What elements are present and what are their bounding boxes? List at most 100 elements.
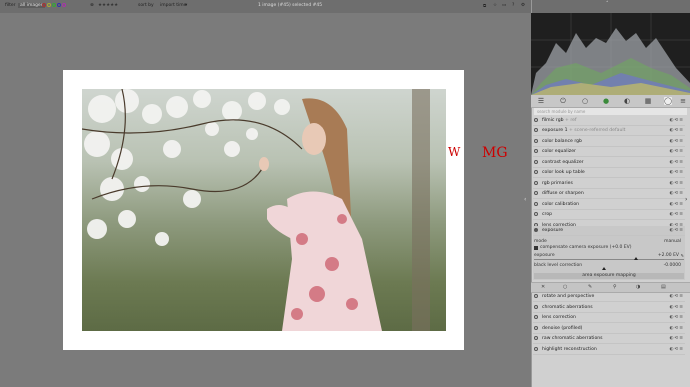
area-exposure-mapping-button[interactable]: area exposure mapping	[534, 273, 684, 279]
module-rgb-primaries[interactable]: rgb primaries ◐⟲≡	[533, 179, 685, 189]
module-label: exposure 1 + scene-referred default	[542, 128, 626, 133]
module-rotate-perspective[interactable]: rotate and perspective ◐⟲≡	[533, 292, 685, 302]
sort-order-icon[interactable]: ▾	[185, 3, 187, 8]
mode-dropdown[interactable]: manual	[664, 239, 681, 244]
base-group-icon[interactable]: ○	[581, 97, 589, 105]
module-label: filmic rgb + ref	[542, 118, 577, 123]
module-color-equalizer[interactable]: color equalizer ◐⟲≡	[533, 147, 685, 157]
module-exposure-expanded[interactable]: exposure ◐⟲≡	[533, 226, 685, 236]
parametric-mask-icon[interactable]: ⚲	[613, 284, 617, 290]
active-group-icon[interactable]: ◯	[664, 97, 672, 105]
combined-mask-icon[interactable]: ◑	[636, 284, 640, 290]
drawn-mask-icon[interactable]: ✎	[588, 284, 592, 290]
module-chromatic-aberrations[interactable]: chromatic aberrations ◐⟲≡	[533, 303, 685, 313]
red-label-icon[interactable]	[42, 3, 46, 7]
module-power-icon[interactable]	[534, 128, 538, 132]
blend-uniform-icon[interactable]: ○	[563, 284, 567, 290]
module-crop[interactable]: crop ◐⟲≡	[533, 210, 685, 220]
module-exposure-1[interactable]: exposure 1 + scene-referred default ◐⟲≡	[533, 126, 685, 136]
module-action-icons[interactable]: ◐⟲≡	[670, 126, 684, 135]
module-filmic-rgb[interactable]: filmic rgb + ref ◐⟲≡	[533, 116, 685, 126]
collapse-right-panel-arrow[interactable]: ‹	[524, 196, 526, 203]
module-action-icons[interactable]: ◐⟲≡	[670, 313, 684, 322]
module-power-icon[interactable]	[534, 228, 538, 232]
sort-dropdown[interactable]: import time	[160, 3, 186, 8]
module-power-icon[interactable]	[534, 191, 538, 195]
panel-top-strip	[532, 0, 690, 13]
module-power-icon[interactable]	[534, 202, 538, 206]
module-power-icon[interactable]	[534, 170, 538, 174]
module-action-icons[interactable]: ◐⟲≡	[670, 292, 684, 301]
grouping-icon[interactable]: ⧉	[483, 3, 486, 9]
blend-off-icon[interactable]: ✕	[541, 284, 545, 290]
overlay-icon[interactable]: ▭	[502, 3, 506, 8]
module-contrast-equalizer[interactable]: contrast equalizer ◐⟲≡	[533, 158, 685, 168]
module-power-icon[interactable]	[534, 139, 538, 143]
compensate-checkbox[interactable]	[534, 246, 538, 250]
exposure-slider-handle[interactable]	[634, 257, 638, 260]
correct-group-icon[interactable]: ◐	[623, 97, 631, 105]
help-icon[interactable]: ?	[512, 3, 514, 8]
reject-icon[interactable]: ⊗	[90, 3, 94, 8]
star-icon[interactable]: ☆	[493, 3, 497, 8]
module-label: highlight reconstruction	[542, 347, 597, 352]
module-search-input[interactable]: search module by name	[534, 108, 687, 115]
color-group-icon[interactable]: ●	[602, 97, 610, 105]
green-label-icon[interactable]	[52, 3, 56, 7]
power-icon[interactable]: ⏻	[559, 97, 567, 105]
module-action-icons[interactable]: ◐⟲≡	[670, 345, 684, 354]
module-power-icon[interactable]	[534, 212, 538, 216]
color-picker-icon[interactable]: ✎	[681, 253, 684, 258]
module-action-icons[interactable]: ◐⟲≡	[670, 168, 684, 177]
module-diffuse-sharpen[interactable]: diffuse or sharpen ◐⟲≡	[533, 189, 685, 199]
module-power-icon[interactable]	[534, 336, 538, 340]
black-level-handle[interactable]	[602, 267, 606, 270]
expand-right-arrow[interactable]: ›	[685, 196, 687, 203]
module-action-icons[interactable]: ◐⟲≡	[670, 226, 684, 235]
yellow-label-icon[interactable]	[47, 3, 51, 7]
exposure-slider[interactable]	[534, 259, 684, 260]
module-power-icon[interactable]	[534, 118, 538, 122]
module-action-icons[interactable]: ◐⟲≡	[670, 210, 684, 219]
module-action-icons[interactable]: ◐⟲≡	[670, 324, 684, 333]
settings-gear-icon[interactable]: ⚙	[521, 3, 525, 8]
module-action-icons[interactable]: ◐⟲≡	[670, 189, 684, 198]
star-rating-filter[interactable]: ★★★★★	[98, 3, 118, 8]
module-power-icon[interactable]	[534, 294, 538, 298]
module-raw-chromatic-aberrations[interactable]: raw chromatic aberrations ◐⟲≡	[533, 334, 685, 344]
module-action-icons[interactable]: ◐⟲≡	[670, 303, 684, 312]
collapse-top-arrow[interactable]: ˄	[606, 1, 609, 7]
quick-access-icon[interactable]: ☰	[537, 97, 545, 105]
module-action-icons[interactable]: ◐⟲≡	[670, 158, 684, 167]
module-power-icon[interactable]	[534, 160, 538, 164]
blue-label-icon[interactable]	[57, 3, 61, 7]
effects-group-icon[interactable]: ▦	[644, 97, 652, 105]
module-power-icon[interactable]	[534, 181, 538, 185]
module-action-icons[interactable]: ◐⟲≡	[670, 137, 684, 146]
main-photo[interactable]	[82, 89, 446, 331]
purple-label-icon[interactable]	[62, 3, 66, 7]
color-label-filters[interactable]	[42, 3, 67, 9]
module-highlight-reconstruction[interactable]: highlight reconstruction ◐⟲≡	[533, 345, 685, 355]
module-action-icons[interactable]: ◐⟲≡	[670, 179, 684, 188]
photo-content	[82, 89, 430, 331]
module-action-icons[interactable]: ◐⟲≡	[670, 116, 684, 125]
presets-menu-icon[interactable]: ≡	[679, 97, 687, 105]
module-lens-correction[interactable]: lens correction ◐⟲≡	[533, 313, 685, 323]
module-power-icon[interactable]	[534, 315, 538, 319]
module-power-icon[interactable]	[534, 347, 538, 351]
raster-mask-icon[interactable]: ▤	[661, 284, 666, 290]
module-action-icons[interactable]: ◐⟲≡	[670, 147, 684, 156]
module-color-calibration[interactable]: color calibration ◐⟲≡	[533, 200, 685, 210]
module-denoise-profiled[interactable]: denoise (profiled) ◐⟲≡	[533, 324, 685, 334]
module-label: contrast equalizer	[542, 160, 584, 165]
module-color-lut[interactable]: color look up table ◐⟲≡	[533, 168, 685, 178]
module-color-balance-rgb[interactable]: color balance rgb ◐⟲≡	[533, 137, 685, 147]
module-power-icon[interactable]	[534, 305, 538, 309]
module-action-icons[interactable]: ◐⟲≡	[670, 200, 684, 209]
module-power-icon[interactable]	[534, 149, 538, 153]
histogram[interactable]	[531, 13, 690, 95]
module-power-icon[interactable]	[534, 326, 538, 330]
module-action-icons[interactable]: ◐⟲≡	[670, 334, 684, 343]
filter-dropdown[interactable]: all images	[18, 3, 46, 8]
